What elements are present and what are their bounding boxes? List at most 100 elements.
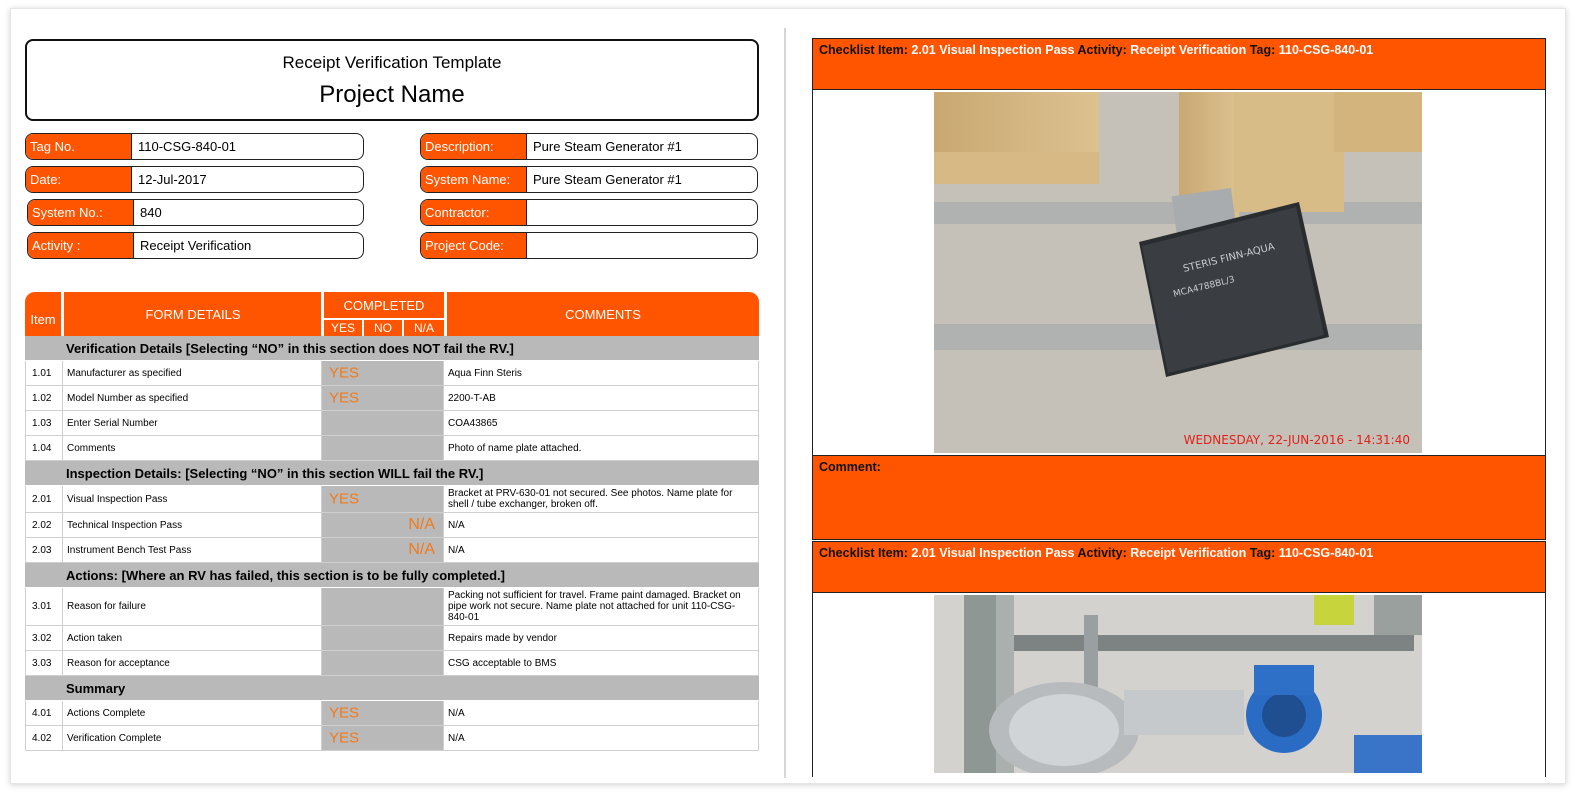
activity-key: Activity: bbox=[1077, 43, 1127, 57]
photo-report-2: Checklist Item: 2.01 Visual Inspection P… bbox=[812, 541, 1546, 777]
status-na: N/A bbox=[408, 541, 435, 558]
photo-report-1: Checklist Item: 2.01 Visual Inspection P… bbox=[812, 38, 1546, 540]
checklist-value: 2.01 Visual Inspection Pass bbox=[911, 43, 1075, 57]
equipment-photo bbox=[934, 595, 1422, 773]
field-value: 12-Jul-2017 bbox=[138, 172, 207, 187]
system-name-field: System Name: Pure Steam Generator #1 bbox=[420, 166, 758, 193]
header-yes: YES bbox=[330, 321, 355, 335]
row-item: 3.03 bbox=[25, 651, 63, 675]
header-na: N/A bbox=[413, 321, 434, 335]
row-status bbox=[322, 411, 444, 435]
form-details-table: Item FORM DETAILS COMPLETED YES NO N/A C… bbox=[25, 292, 759, 751]
row-detail: Reason for acceptance bbox=[63, 651, 322, 675]
template-title: Receipt Verification Template bbox=[282, 53, 502, 72]
page-divider bbox=[784, 28, 786, 778]
project-code-field: Project Code: bbox=[420, 232, 758, 259]
photo-area bbox=[812, 593, 1546, 777]
header-form-details: FORM DETAILS bbox=[145, 306, 241, 322]
row-item: 4.01 bbox=[25, 701, 63, 725]
row-item: 1.03 bbox=[25, 411, 63, 435]
row-comment: N/A bbox=[444, 726, 759, 750]
row-item: 1.02 bbox=[25, 386, 63, 410]
row-status bbox=[322, 588, 444, 625]
table-row: 2.02 Technical Inspection Pass N/A N/A bbox=[25, 513, 759, 538]
row-comment: N/A bbox=[444, 701, 759, 725]
table-header: Item FORM DETAILS COMPLETED YES NO N/A C… bbox=[25, 292, 759, 336]
field-label: Contractor: bbox=[421, 200, 527, 225]
tag-key: Tag: bbox=[1249, 43, 1276, 57]
row-item: 1.04 bbox=[25, 436, 63, 460]
activity-value: Receipt Verification bbox=[1130, 43, 1247, 57]
activity-field: Activity : Receipt Verification bbox=[27, 232, 364, 259]
field-value: Pure Steam Generator #1 bbox=[533, 139, 682, 154]
description-field: Description: Pure Steam Generator #1 bbox=[420, 133, 758, 160]
header-completed: COMPLETED bbox=[343, 297, 425, 313]
row-detail: Instrument Bench Test Pass bbox=[63, 538, 322, 562]
status-yes: YES bbox=[329, 490, 360, 508]
table-row: 3.01 Reason for failure Packing not suff… bbox=[25, 588, 759, 626]
photo-report-header: Checklist Item: 2.01 Visual Inspection P… bbox=[812, 541, 1546, 593]
field-label: Activity : bbox=[28, 233, 134, 258]
row-item: 4.02 bbox=[25, 726, 63, 750]
row-status bbox=[322, 651, 444, 675]
row-detail: Reason for failure bbox=[63, 588, 322, 625]
photo-timestamp: WEDNESDAY, 22-JUN-2016 - 14:31:40 bbox=[1183, 433, 1410, 447]
table-row: 4.01 Actions Complete YES N/A bbox=[25, 701, 759, 726]
table-row: 2.01 Visual Inspection Pass YES Bracket … bbox=[25, 486, 759, 513]
table-row: 3.03 Reason for acceptance CSG acceptabl… bbox=[25, 651, 759, 676]
field-label: Date: bbox=[26, 167, 132, 192]
row-detail: Action taken bbox=[63, 626, 322, 650]
field-label: System Name: bbox=[421, 167, 527, 192]
field-label: System No.: bbox=[28, 200, 134, 225]
checklist-key: Checklist Item: bbox=[819, 43, 908, 57]
table-row: 4.02 Verification Complete YES N/A bbox=[25, 726, 759, 751]
tag-key: Tag: bbox=[1249, 546, 1276, 560]
row-detail: Technical Inspection Pass bbox=[63, 513, 322, 537]
row-detail: Verification Complete bbox=[63, 726, 322, 750]
nameplate-photo-graphic: STERIS FINN-AQUA MCA4788BL/3 bbox=[934, 92, 1422, 453]
row-status bbox=[322, 436, 444, 460]
table-row: 1.04 Comments Photo of name plate attach… bbox=[25, 436, 759, 461]
field-label: Project Code: bbox=[421, 233, 527, 258]
header-item: Item bbox=[30, 312, 56, 327]
comment-label: Comment: bbox=[819, 460, 881, 474]
row-detail: Actions Complete bbox=[63, 701, 322, 725]
row-item: 2.02 bbox=[25, 513, 63, 537]
row-status: YES bbox=[322, 726, 444, 750]
row-detail: Model Number as specified bbox=[63, 386, 322, 410]
header-no: NO bbox=[374, 321, 392, 335]
system-no-field: System No.: 840 bbox=[27, 199, 364, 226]
row-status: YES bbox=[322, 486, 444, 512]
status-yes: YES bbox=[329, 704, 360, 722]
equipment-photo-graphic bbox=[934, 595, 1422, 773]
status-yes: YES bbox=[329, 364, 360, 382]
tag-value: 110-CSG-840-01 bbox=[1278, 43, 1374, 57]
row-detail: Visual Inspection Pass bbox=[63, 486, 322, 512]
table-row: 3.02 Action taken Repairs made by vendor bbox=[25, 626, 759, 651]
table-row: 1.01 Manufacturer as specified YES Aqua … bbox=[25, 361, 759, 386]
photo-area: STERIS FINN-AQUA MCA4788BL/3 WEDNESDAY, … bbox=[812, 90, 1546, 456]
tag-value: 110-CSG-840-01 bbox=[1278, 546, 1374, 560]
row-comment: COA43865 bbox=[444, 411, 759, 435]
field-value: 110-CSG-840-01 bbox=[138, 139, 237, 154]
status-yes: YES bbox=[329, 729, 360, 747]
status-yes: YES bbox=[329, 389, 360, 407]
field-label: Description: bbox=[421, 134, 527, 159]
project-name: Project Name bbox=[319, 81, 465, 108]
table-row: 1.03 Enter Serial Number COA43865 bbox=[25, 411, 759, 436]
row-item: 3.01 bbox=[25, 588, 63, 625]
row-comment: Repairs made by vendor bbox=[444, 626, 759, 650]
row-status: YES bbox=[322, 701, 444, 725]
row-comment: 2200-T-AB bbox=[444, 386, 759, 410]
section-verification-details: Verification Details [Selecting “NO” in … bbox=[25, 336, 759, 361]
nameplate-photo: STERIS FINN-AQUA MCA4788BL/3 WEDNESDAY, … bbox=[934, 92, 1422, 453]
field-value bbox=[527, 233, 757, 258]
checklist-value: 2.01 Visual Inspection Pass bbox=[911, 546, 1075, 560]
row-status: YES bbox=[322, 361, 444, 385]
field-value: 840 bbox=[140, 205, 162, 220]
section-summary: Summary bbox=[25, 676, 759, 701]
status-na: N/A bbox=[408, 516, 435, 533]
row-comment: Bracket at PRV-630-01 not secured. See p… bbox=[444, 486, 759, 512]
table-row: 1.02 Model Number as specified YES 2200-… bbox=[25, 386, 759, 411]
row-status: YES bbox=[322, 386, 444, 410]
